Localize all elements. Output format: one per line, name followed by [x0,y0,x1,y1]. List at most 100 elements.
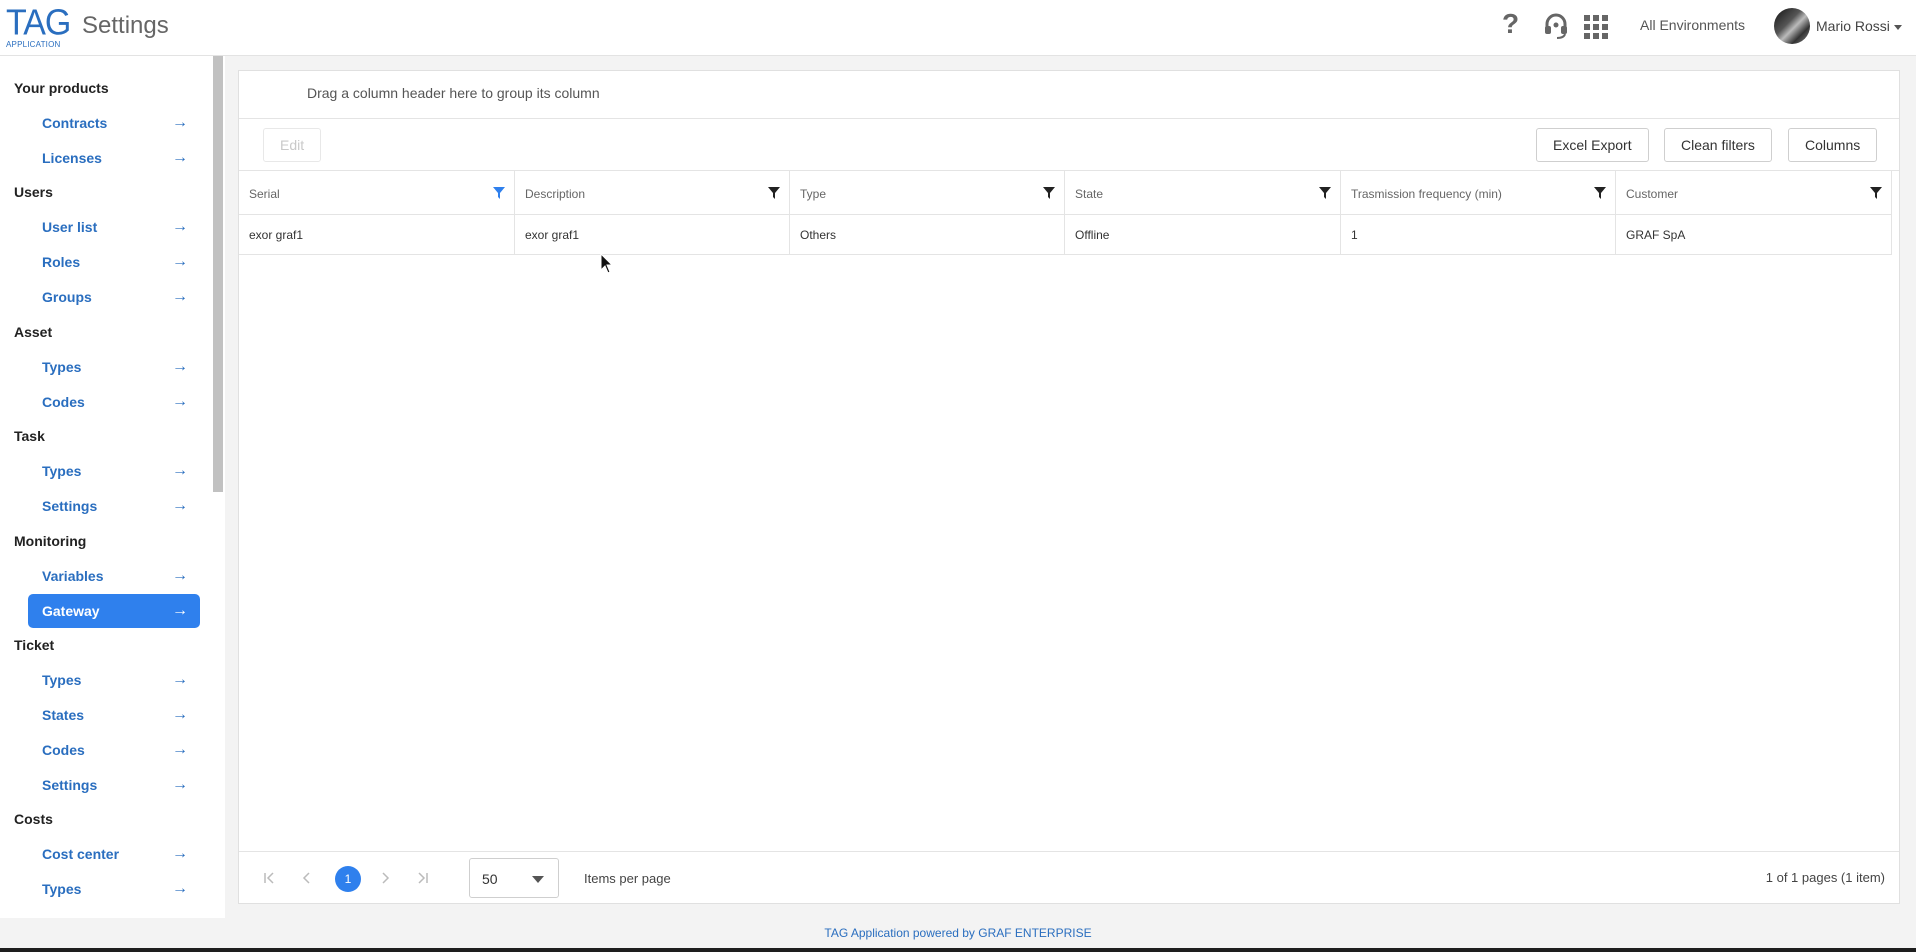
column-header-customer[interactable]: Customer [1616,171,1892,214]
sidebar-item-task-types[interactable]: Types → [28,454,200,488]
sidebar-item-label: States [42,707,85,723]
previous-page-icon[interactable] [301,872,313,884]
arrow-right-icon: → [172,845,188,862]
arrow-right-icon: → [172,880,188,897]
arrow-right-icon: → [172,253,188,270]
filter-icon-active[interactable] [492,186,506,200]
table-cell-customer[interactable]: GRAF SpA [1616,215,1892,254]
sidebar-item-label: Codes [42,394,85,410]
arrow-right-icon: → [172,567,188,584]
column-header-type[interactable]: Type [790,171,1065,214]
column-header-label: Description [525,187,586,201]
column-header-label: State [1075,187,1104,201]
sidebar-section-your-products: Your products [14,80,109,96]
sidebar-section-asset: Asset [14,324,53,340]
table-row[interactable]: exor graf1 exor graf1 Others Offline 1 G… [239,215,1892,255]
sidebar-item-ticket-settings[interactable]: Settings → [28,768,200,802]
sidebar-item-asset-types[interactable]: Types → [28,350,200,384]
sidebar-item-gateway[interactable]: Gateway → [28,594,200,628]
help-icon[interactable]: ? [1502,8,1519,40]
sidebar-item-label: Cost center [42,846,120,862]
user-name: Mario Rossi [1816,18,1890,34]
column-header-state[interactable]: State [1065,171,1341,214]
arrow-right-icon: → [172,706,188,723]
edit-button[interactable]: Edit [263,128,322,162]
sidebar-item-label: Types [42,463,82,479]
sidebar-item-user-list[interactable]: User list → [28,210,200,244]
table-cell-state[interactable]: Offline [1065,215,1341,254]
first-page-icon[interactable] [263,872,275,884]
pager-info: 1 of 1 pages (1 item) [1765,870,1885,885]
arrow-right-icon: → [172,741,188,758]
arrow-right-icon: → [172,602,188,619]
table-cell-serial[interactable]: exor graf1 [239,215,515,254]
table-cell-description[interactable]: exor graf1 [515,215,790,254]
page-number-current[interactable]: 1 [335,866,361,892]
last-page-icon[interactable] [417,872,429,884]
sidebar-section-costs: Costs [14,811,53,827]
group-drop-zone[interactable]: Drag a column header here to group its c… [239,71,1899,119]
page-title: Settings [82,12,169,39]
avatar[interactable] [1774,8,1810,44]
table-cell-type[interactable]: Others [790,215,1065,254]
sidebar-item-label: Types [42,359,82,375]
sidebar-item-groups[interactable]: Groups → [28,280,200,314]
sidebar-section-monitoring: Monitoring [14,533,87,549]
filter-icon[interactable] [1869,186,1883,200]
column-header-transmission-frequency[interactable]: Trasmission frequency (min) [1341,171,1616,214]
logo-subtext: APPLICATION [6,40,61,49]
arrow-right-icon: → [172,358,188,375]
footer: TAG Application powered by GRAF ENTERPRI… [0,918,1916,948]
column-header-label: Type [800,187,827,201]
cell-text: GRAF SpA [1626,228,1686,242]
sidebar-item-licenses[interactable]: Licenses → [28,141,200,175]
table-cell-frequency[interactable]: 1 [1341,215,1616,254]
chevron-down-icon [532,876,544,883]
filter-icon[interactable] [1593,186,1607,200]
app-logo[interactable]: TAG APPLICATION [6,5,71,50]
chevron-down-icon [1893,24,1902,30]
column-header-serial[interactable]: Serial [239,171,515,214]
excel-export-button[interactable]: Excel Export [1536,128,1649,162]
footer-text[interactable]: TAG Application powered by GRAF ENTERPRI… [824,926,1091,940]
grid-toolbar: Edit Excel Export Clean filters Columns [239,119,1899,171]
sidebar-item-ticket-states[interactable]: States → [28,698,200,732]
sidebar-item-label: Gateway [42,603,100,619]
sidebar-item-asset-codes[interactable]: Codes → [28,385,200,419]
sidebar-section-ticket: Ticket [14,637,55,653]
sidebar-section-task: Task [14,428,45,444]
sidebar-item-task-settings[interactable]: Settings → [28,489,200,523]
sidebar-item-cost-types[interactable]: Types → [28,872,200,906]
sidebar-item-ticket-codes[interactable]: Codes → [28,733,200,767]
column-header-description[interactable]: Description [515,171,790,214]
sidebar-item-contracts[interactable]: Contracts → [28,106,200,140]
clean-filters-button[interactable]: Clean filters [1664,128,1772,162]
items-per-page-label: Items per page [584,871,671,886]
columns-button[interactable]: Columns [1788,128,1878,162]
sidebar-item-label: Licenses [42,150,102,166]
arrow-right-icon: → [172,393,188,410]
arrow-right-icon: → [172,114,188,131]
environment-selector[interactable]: All Environments [1640,17,1745,33]
sidebar-item-label: Roles [42,254,81,270]
column-header-label: Trasmission frequency (min) [1351,187,1502,201]
sidebar-item-label: Types [42,881,82,897]
page-size-select[interactable]: 50 [469,858,559,898]
user-menu[interactable]: Mario Rossi [1816,18,1902,34]
sidebar-item-cost-center[interactable]: Cost center → [28,837,200,871]
sidebar-item-label: Settings [42,498,98,514]
filter-icon[interactable] [1318,186,1332,200]
apps-grid-icon[interactable] [1584,15,1608,44]
cell-text: Offline [1075,228,1110,242]
sidebar-scrollbar[interactable] [213,56,223,492]
filter-icon[interactable] [1042,186,1056,200]
sidebar-item-variables[interactable]: Variables → [28,559,200,593]
sidebar-item-ticket-types[interactable]: Types → [28,663,200,697]
next-page-icon[interactable] [379,872,391,884]
filter-icon[interactable] [767,186,781,200]
sidebar-item-roles[interactable]: Roles → [28,245,200,279]
sidebar-item-label: User list [42,219,98,235]
headset-icon[interactable] [1542,12,1570,45]
mouse-cursor-icon [600,253,614,274]
cell-text: Others [800,228,837,242]
